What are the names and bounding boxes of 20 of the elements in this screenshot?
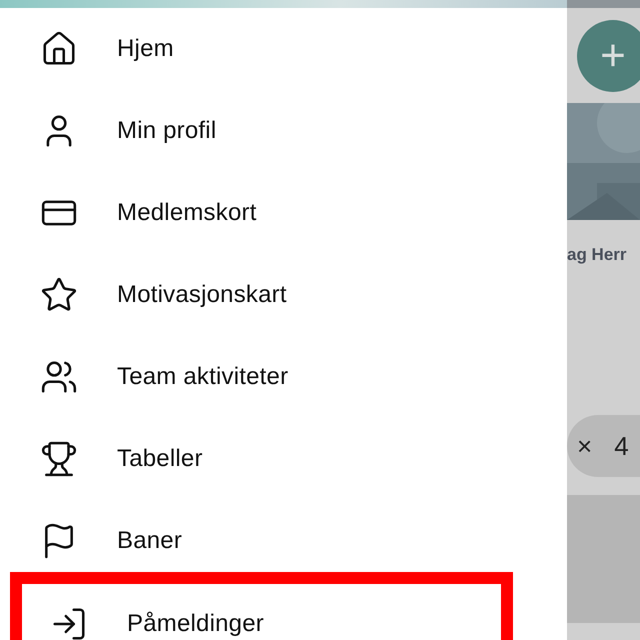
highlighted-menu-item[interactable]: Påmeldinger [10, 572, 513, 640]
trophy-icon [40, 440, 78, 478]
menu-item[interactable]: Medlemskort [0, 172, 567, 254]
menu-label: Baner [117, 527, 182, 555]
chip-count: 4 [614, 430, 629, 462]
menu-label: Motivasjonskart [117, 281, 287, 309]
menu-label: Min profil [117, 117, 216, 145]
menu-label: Påmeldinger [127, 610, 264, 638]
menu-item[interactable]: Hjem [0, 8, 567, 90]
close-icon[interactable]: × [577, 430, 592, 462]
filter-chip[interactable]: × 4 [567, 415, 640, 477]
menu-label: Medlemskort [117, 199, 257, 227]
menu-item[interactable]: Motivasjonskart [0, 254, 567, 336]
menu-item[interactable]: Min profil [0, 90, 567, 172]
menu-item[interactable]: Tabeller [0, 418, 567, 500]
menu-label: Team aktiviteter [117, 363, 288, 391]
card-title: ag Herr [567, 245, 628, 265]
menu-label: Hjem [117, 35, 174, 63]
menu-label: Tabeller [117, 445, 203, 473]
menu-item[interactable]: Team aktiviteter [0, 336, 567, 418]
